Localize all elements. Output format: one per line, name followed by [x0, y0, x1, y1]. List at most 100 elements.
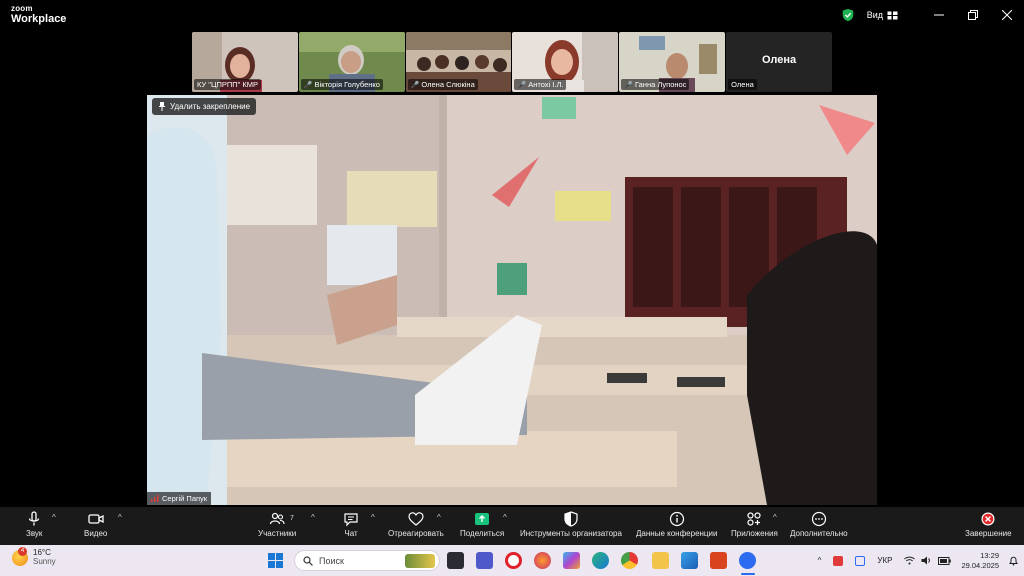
classroom-video-frame — [147, 95, 877, 505]
zoom-app-icon[interactable] — [739, 552, 756, 569]
windows-start-icon[interactable] — [268, 553, 283, 568]
signal-bars-icon — [151, 495, 159, 502]
file-explorer-icon[interactable] — [652, 552, 669, 569]
participant-tile[interactable]: 🎤 Ганна Лупонос — [619, 32, 726, 92]
edge-icon[interactable] — [592, 552, 609, 569]
minimize-icon — [934, 14, 944, 16]
restore-icon — [968, 10, 978, 20]
close-button[interactable] — [990, 0, 1024, 30]
more-dots-icon — [811, 511, 826, 527]
meeting-toolbar: Звук ^ Видео ^ Участники 7 ^ Чат ^ Отреа… — [0, 507, 1024, 545]
language-indicator[interactable]: УКР — [877, 556, 892, 565]
react-options-caret[interactable]: ^ — [437, 513, 441, 522]
tray-app-icon[interactable] — [833, 555, 844, 566]
end-call-icon — [981, 512, 995, 526]
search-icon — [303, 555, 313, 566]
app-logo: zoom Workplace — [11, 5, 66, 25]
apps-options-caret[interactable]: ^ — [773, 513, 777, 522]
clock[interactable]: 13:29 29.04.2025 — [961, 551, 999, 570]
video-button[interactable]: Видео — [84, 511, 107, 538]
video-options-caret[interactable]: ^ — [118, 513, 122, 522]
mic-muted-icon: 🎤 — [624, 81, 634, 89]
chat-icon — [344, 513, 358, 527]
participant-tile[interactable]: 🎤 Антохі І.Л. — [512, 32, 619, 92]
notification-bell-icon[interactable] — [1009, 556, 1018, 566]
chevron-up-icon[interactable]: ^ — [818, 556, 822, 565]
participant-gallery: КУ "ЦПРПП" КМР 🎤 Вікторія Голубенко 🎤 Оле — [192, 32, 832, 92]
task-view-icon[interactable] — [447, 552, 464, 569]
search-highlight-icon — [405, 553, 435, 568]
participant-tile[interactable]: 🎤 Вікторія Голубенко — [298, 32, 405, 92]
windows-taskbar: 4 16°C Sunny Поиск ^ УКР 13:29 29.04.202… — [0, 545, 1024, 576]
participant-name-tag: Олена — [728, 79, 757, 90]
photos-icon[interactable] — [681, 552, 698, 569]
copilot-icon[interactable] — [563, 552, 580, 569]
participant-tile[interactable]: Олена Олена — [726, 32, 832, 92]
search-placeholder: Поиск — [319, 555, 344, 566]
participant-name-tag: 🎤 Олена Слюкіна — [407, 79, 478, 90]
microphone-icon — [29, 511, 40, 526]
react-button[interactable]: Отреагировать — [388, 511, 444, 538]
participant-tile[interactable]: КУ "ЦПРПП" КМР — [192, 32, 298, 92]
participant-name-tag: КУ "ЦПРПП" КМР — [194, 79, 262, 90]
restore-button[interactable] — [956, 0, 990, 30]
participants-options-caret[interactable]: ^ — [311, 513, 315, 522]
participant-avatar-name: Олена — [761, 54, 797, 66]
mic-muted-icon: 🎤 — [303, 81, 313, 89]
grid-view-icon — [887, 11, 898, 19]
active-app-indicator — [741, 573, 755, 575]
shield-icon — [564, 511, 578, 527]
info-icon — [669, 511, 684, 527]
participants-count: 7 — [290, 515, 294, 522]
pin-icon — [159, 102, 165, 111]
mic-muted-icon: 🎤 — [517, 81, 527, 89]
participant-name-tag: 🎤 Ганна Лупонос — [621, 79, 690, 90]
camera-icon — [88, 514, 104, 524]
speaker-name: Сергій Папук — [162, 494, 208, 503]
taskbar-search[interactable]: Поиск — [294, 550, 440, 571]
tray-pen-icon[interactable] — [855, 555, 866, 566]
brand-large: Workplace — [11, 13, 67, 25]
audio-options-caret[interactable]: ^ — [52, 513, 56, 522]
apps-icon — [747, 512, 762, 526]
more-button[interactable]: Дополнительно — [790, 511, 848, 538]
apps-button[interactable]: Приложения — [731, 511, 778, 538]
unpin-button[interactable]: Удалить закрепление — [152, 98, 257, 115]
end-meeting-button[interactable]: Завершение — [965, 511, 1012, 538]
firefox-icon[interactable] — [534, 552, 551, 569]
participant-tile[interactable]: 🎤 Олена Слюкіна — [405, 32, 512, 92]
share-options-caret[interactable]: ^ — [503, 513, 507, 522]
close-icon — [1002, 10, 1012, 20]
participants-icon — [270, 512, 285, 525]
sun-icon: 4 — [12, 546, 28, 566]
chrome-icon[interactable] — [621, 552, 638, 569]
battery-icon[interactable] — [938, 556, 952, 565]
teams-icon[interactable] — [476, 552, 493, 569]
heart-icon — [408, 512, 424, 526]
clock-date: 29.04.2025 — [961, 560, 999, 570]
audio-button[interactable]: Звук — [26, 511, 42, 538]
title-bar: zoom Workplace Вид — [0, 0, 1024, 30]
weather-widget[interactable]: 4 16°C Sunny — [12, 546, 56, 567]
host-tools-button[interactable]: Инструменты организатора — [520, 511, 622, 538]
wifi-icon[interactable] — [904, 556, 916, 565]
participant-name-tag: 🎤 Вікторія Голубенко — [300, 79, 383, 90]
weather-badge: 4 — [18, 546, 27, 556]
share-button[interactable]: Поделиться — [460, 511, 504, 538]
meeting-info-button[interactable]: Данные конференции — [636, 511, 717, 538]
powerpoint-icon[interactable] — [710, 552, 727, 569]
zoom-window: zoom Workplace Вид КУ "ЦПРПП" КМР 🎤 Вікт… — [0, 0, 1024, 576]
system-tray: ^ УКР 13:29 29.04.2025 — [818, 545, 1024, 576]
encryption-shield-icon[interactable] — [841, 8, 855, 22]
minimize-button[interactable] — [922, 0, 956, 30]
opera-icon[interactable] — [505, 552, 522, 569]
brand-small: zoom — [11, 4, 33, 13]
share-screen-icon — [475, 513, 490, 525]
participant-name-tag: 🎤 Антохі І.Л. — [514, 79, 567, 90]
chat-options-caret[interactable]: ^ — [371, 513, 375, 522]
weather-condition: Sunny — [33, 556, 56, 566]
view-button[interactable]: Вид — [867, 10, 898, 20]
volume-icon[interactable] — [921, 556, 932, 565]
clock-time: 13:29 — [980, 551, 999, 561]
chat-button[interactable]: Чат — [343, 511, 359, 538]
